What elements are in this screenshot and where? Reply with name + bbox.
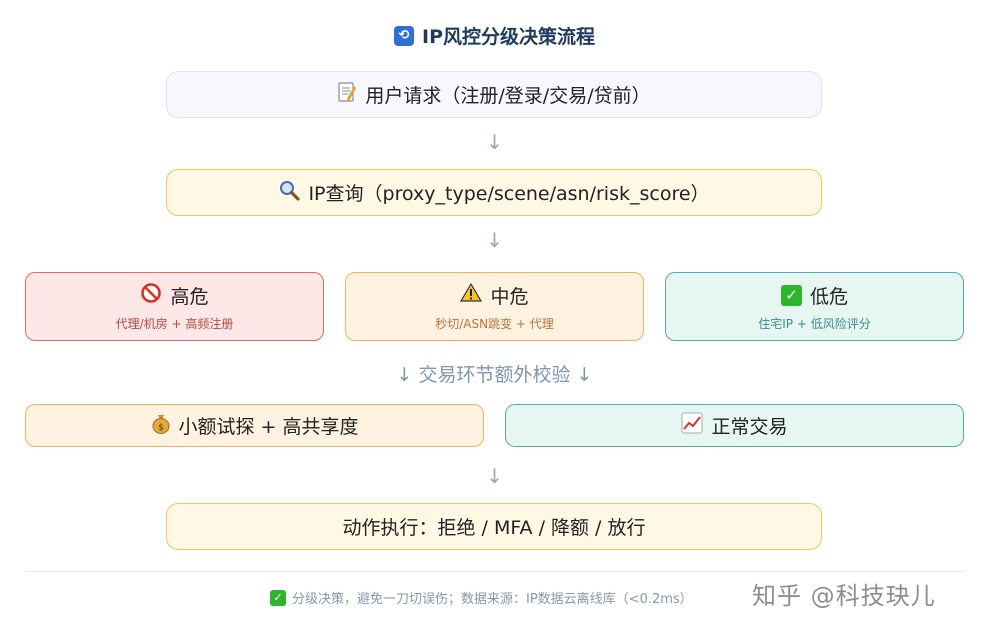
repeat-icon: ⟲	[394, 25, 414, 46]
diagram-title-text: IP风控分级决策流程	[422, 26, 595, 48]
diagram-title: ⟲ IP风控分级决策流程	[0, 22, 989, 49]
risk-low-box: ✓ 低危 住宅IP + 低风险评分	[665, 272, 964, 341]
risk-mid-detail: 秒切/ASN跳变 + 代理	[435, 316, 554, 331]
ip-query-label: IP查询（proxy_type/scene/asn/risk_score）	[308, 183, 710, 205]
footer-note: ✓ 分级决策，避免一刀切误伤；数据来源：IP数据云离线库（<0.2ms）	[270, 588, 693, 607]
magnifier-icon	[278, 179, 301, 206]
flow-arrow: ↓	[486, 464, 503, 488]
footer-text: 分级决策，避免一刀切误伤；数据来源：IP数据云离线库（<0.2ms）	[292, 592, 693, 607]
risk-low-label: 低危	[809, 285, 848, 308]
risk-high-box: 高危 代理/机房 + 高频注册	[25, 272, 324, 341]
user-request-box: 用户请求（注册/登录/交易/贷前）	[166, 71, 822, 118]
no-entry-icon	[140, 282, 162, 309]
risk-mid-label: 中危	[490, 285, 529, 308]
probe-label: 小额试探 + 高共享度	[178, 416, 359, 438]
probe-box: $ 小额试探 + 高共享度	[25, 404, 484, 447]
risk-mid-box: 中危 秒切/ASN跳变 + 代理	[345, 272, 644, 341]
money-bag-icon: $	[151, 412, 171, 439]
flow-arrow: ↓	[486, 130, 503, 154]
risk-low-detail: 住宅IP + 低风险评分	[758, 316, 871, 331]
normal-transaction-label: 正常交易	[711, 416, 788, 438]
memo-icon	[337, 81, 357, 108]
chart-up-icon	[681, 412, 703, 439]
check-icon: ✓	[270, 589, 286, 606]
watermark: 知乎 @科技玦儿	[752, 582, 936, 610]
transaction-check-note: ↓ 交易环节额外校验 ↓	[396, 364, 593, 386]
action-execute-label: 动作执行：拒绝 / MFA / 降额 / 放行	[342, 517, 646, 539]
warning-icon	[460, 282, 483, 308]
ip-query-box: IP查询（proxy_type/scene/asn/risk_score）	[166, 169, 822, 216]
risk-high-label: 高危	[170, 285, 209, 308]
normal-transaction-box: 正常交易	[505, 404, 964, 447]
user-request-label: 用户请求（注册/登录/交易/贷前）	[365, 85, 651, 107]
flow-arrow: ↓	[486, 228, 503, 252]
footer-divider	[25, 571, 964, 572]
action-execute-box: 动作执行：拒绝 / MFA / 降额 / 放行	[166, 503, 822, 550]
svg-text:$: $	[158, 423, 164, 433]
risk-high-detail: 代理/机房 + 高频注册	[115, 316, 234, 331]
check-icon: ✓	[780, 284, 802, 306]
